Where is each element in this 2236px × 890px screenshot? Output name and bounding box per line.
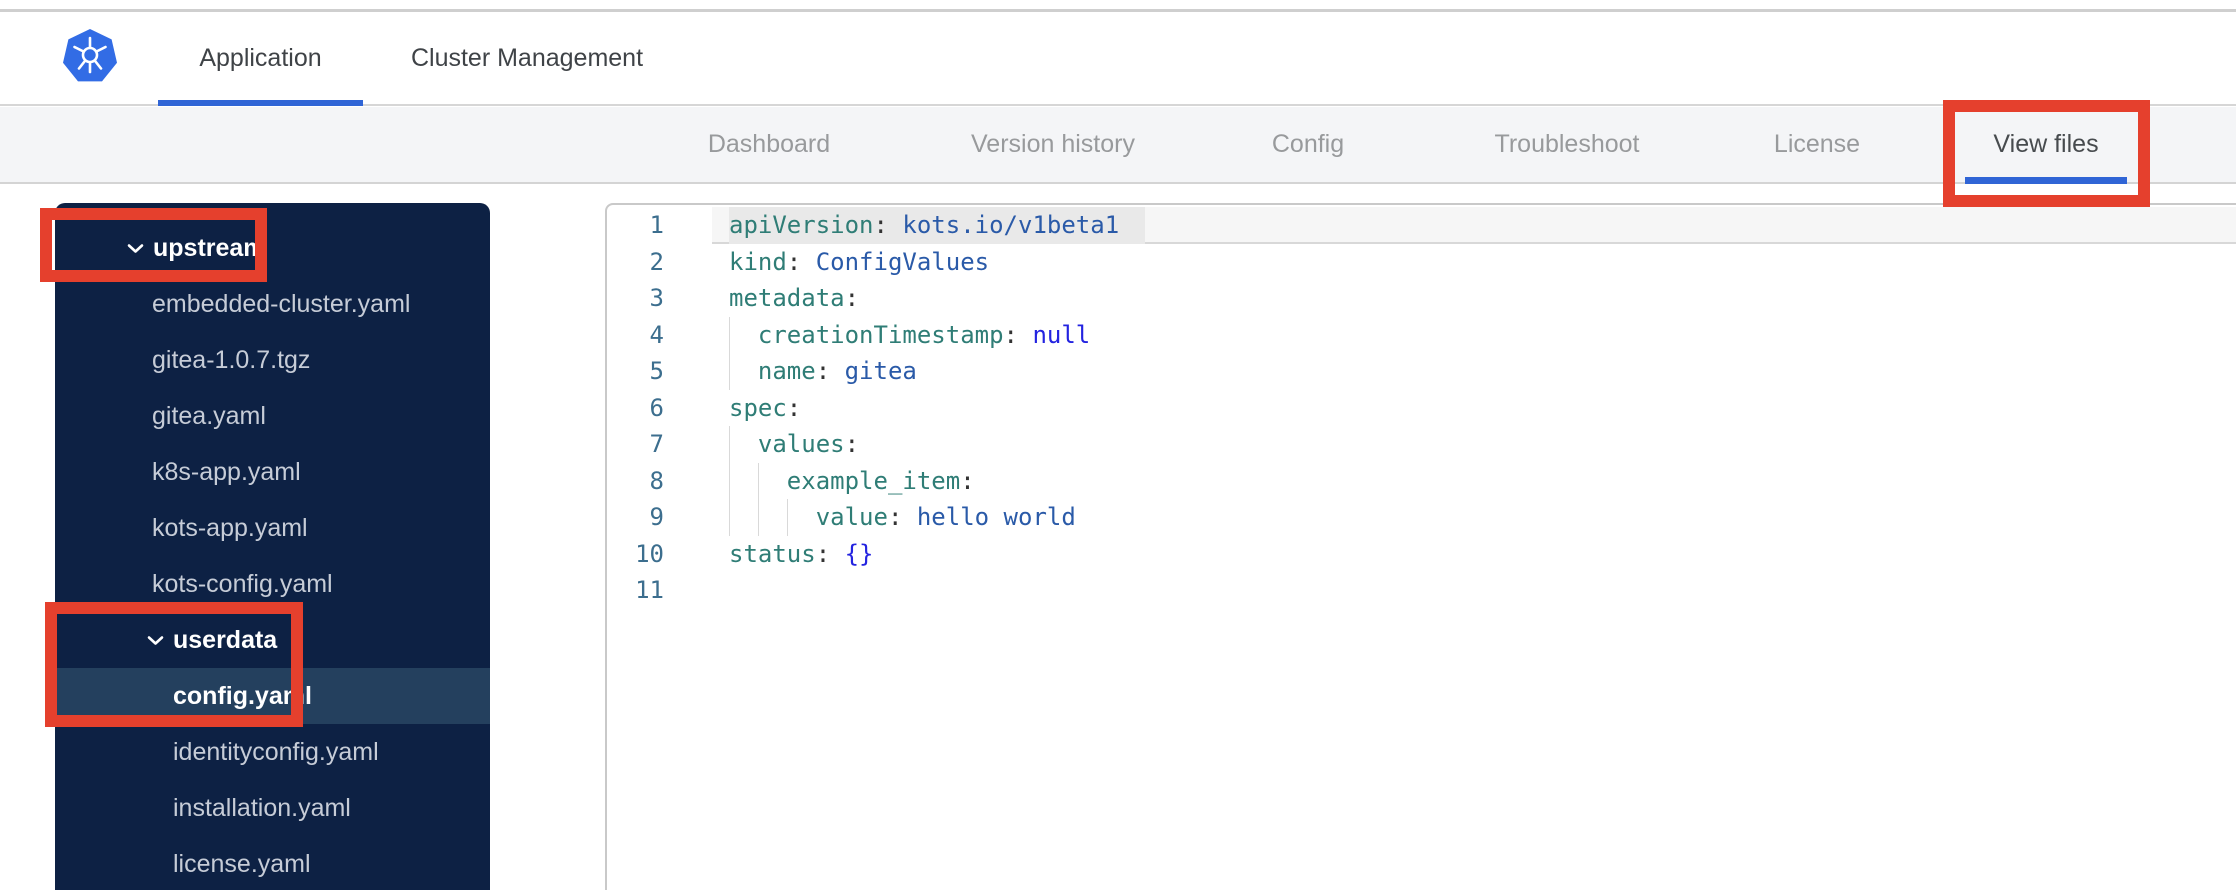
- tab-cluster-management[interactable]: Cluster Management: [393, 12, 661, 104]
- tree-item-label: installation.yaml: [173, 793, 351, 822]
- code-line[interactable]: 2 kind: ConfigValues: [607, 244, 2236, 281]
- tree-file-k8s-app-yaml[interactable]: k8s-app.yaml: [55, 444, 490, 500]
- code-line[interactable]: 11: [607, 572, 2236, 609]
- indent-guide: [786, 499, 788, 536]
- tree-item-label: userdata: [173, 625, 278, 654]
- code-line-content: spec:: [729, 393, 802, 422]
- tree-item-label: gitea-1.0.7.tgz: [152, 345, 311, 374]
- line-number: 4: [649, 320, 664, 349]
- tree-file-identityconfig-yaml[interactable]: identityconfig.yaml: [55, 724, 490, 780]
- tree-item-label: kots-app.yaml: [152, 513, 308, 542]
- code-line-content: example_item:: [729, 462, 2236, 499]
- line-number: 10: [635, 539, 664, 568]
- tree-file-license-yaml[interactable]: license.yaml: [55, 836, 490, 890]
- tree-file-installation-yaml[interactable]: installation.yaml: [55, 780, 490, 836]
- line-number: 11: [635, 576, 664, 604]
- app-header: Application Cluster Management: [0, 12, 2236, 106]
- line-number: 1: [649, 211, 664, 239]
- indent-guide: [757, 499, 759, 536]
- tree-item-label: upstream: [153, 233, 266, 262]
- code-line[interactable]: 7 values:: [607, 426, 2236, 463]
- tree-item-label: kots-config.yaml: [152, 569, 333, 598]
- tree-item-label: k8s-app.yaml: [152, 457, 301, 486]
- subnav-tab-config[interactable]: Config: [1272, 107, 1344, 182]
- line-number: 5: [649, 357, 664, 385]
- subnav-tab-version-history[interactable]: Version history: [971, 107, 1135, 182]
- tree-item-label: embedded-cluster.yaml: [152, 289, 411, 318]
- line-number: 8: [649, 466, 664, 495]
- tree-folder-userdata[interactable]: userdata: [55, 612, 490, 668]
- code-line[interactable]: 8 example_item:: [607, 462, 2236, 499]
- chevron-down-icon: [147, 635, 164, 645]
- tree-file-embedded-cluster-yaml[interactable]: embedded-cluster.yaml: [55, 276, 490, 332]
- tree-item-label: config.yaml: [173, 681, 312, 710]
- code-line-content: value: hello world: [729, 499, 2236, 536]
- code-line[interactable]: 10 status: {}: [607, 536, 2236, 573]
- code-line[interactable]: 3 metadata:: [607, 280, 2236, 317]
- tree-file-kots-app-yaml[interactable]: kots-app.yaml: [55, 500, 490, 556]
- indent-guide: [729, 499, 730, 536]
- code-line[interactable]: 4 creationTimestamp: null: [607, 316, 2236, 353]
- subnav-tab-dashboard[interactable]: Dashboard: [708, 107, 830, 182]
- code-line-content: status: {}: [729, 539, 874, 568]
- tree-item-label: identityconfig.yaml: [173, 737, 379, 766]
- current-line-highlight: apiVersion: kots.io/v1beta1: [729, 207, 1146, 244]
- line-number: 2: [649, 247, 664, 276]
- active-tab-underline: [158, 100, 363, 106]
- code-line-content: name: gitea: [729, 353, 2236, 390]
- line-number: 3: [649, 284, 664, 312]
- indent-guide: [729, 353, 730, 390]
- subnav-tab-troubleshoot[interactable]: Troubleshoot: [1495, 107, 1640, 182]
- indent-guide: [757, 462, 759, 499]
- code-line[interactable]: 6 spec:: [607, 390, 2236, 427]
- code-line[interactable]: 1 apiVersion: kots.io/v1beta1: [607, 207, 2236, 244]
- tree-folder-upstream[interactable]: upstream: [55, 220, 490, 276]
- chevron-down-icon: [127, 243, 144, 253]
- line-number: 6: [649, 393, 664, 422]
- code-line-content: apiVersion: kots.io/v1beta1: [712, 207, 2236, 244]
- tab-application[interactable]: Application: [158, 12, 363, 104]
- line-number: 7: [649, 430, 664, 458]
- subnav-tab-view-files[interactable]: View files: [1993, 107, 2098, 182]
- file-tree-panel: upstream embedded-cluster.yaml gitea-1.0.7…: [55, 203, 490, 890]
- tab-cluster-management-label: Cluster Management: [410, 43, 644, 72]
- code-line-content: [729, 572, 2236, 609]
- tree-file-kots-config-yaml[interactable]: kots-config.yaml: [55, 556, 490, 612]
- tree-file-config-yaml[interactable]: config.yaml: [55, 668, 490, 724]
- code-line[interactable]: 5 name: gitea: [607, 353, 2236, 390]
- line-number: 9: [649, 503, 664, 531]
- tab-application-label: Application: [199, 43, 322, 72]
- subnav-tab-license[interactable]: License: [1774, 107, 1860, 182]
- indent-guide: [729, 426, 730, 463]
- code-line-content: values:: [729, 426, 2236, 463]
- yaml-file-viewer[interactable]: 1 apiVersion: kots.io/v1beta1 2 kind: Confi…: [605, 203, 2236, 890]
- code-line-content: creationTimestamp: null: [729, 316, 2236, 353]
- tree-file-gitea-yaml[interactable]: gitea.yaml: [55, 388, 490, 444]
- app-subnav: Dashboard Version history Config Troublesho…: [0, 107, 2236, 184]
- tree-file-gitea-1-0-7-tgz[interactable]: gitea-1.0.7.tgz: [55, 332, 490, 388]
- code-line-content: metadata:: [729, 284, 860, 312]
- indent-guide: [729, 316, 730, 353]
- code-line-content: kind: ConfigValues: [729, 247, 990, 276]
- indent-guide: [729, 462, 730, 499]
- kots-admin-console: Application Cluster Management Dashboard…: [0, 0, 2236, 890]
- tree-item-label: gitea.yaml: [152, 401, 266, 430]
- kubernetes-logo-icon: [63, 29, 117, 82]
- code-line[interactable]: 9 value: hello world: [607, 499, 2236, 536]
- tree-item-label: license.yaml: [173, 849, 311, 878]
